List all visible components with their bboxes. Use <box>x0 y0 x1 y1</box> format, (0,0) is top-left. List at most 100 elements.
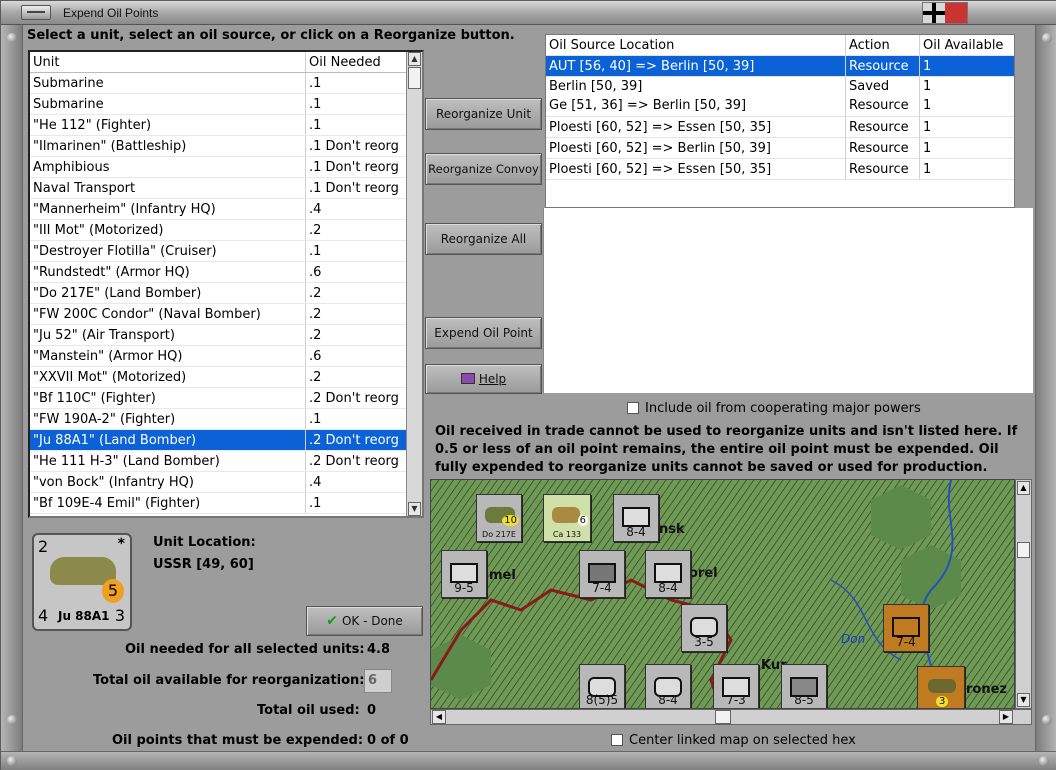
unit-oil-needed: .2 <box>309 223 322 238</box>
map-counter-ca133[interactable]: Ca 133 6 <box>543 494 591 542</box>
unit-list-row[interactable]: "He 112" (Fighter) .1 <box>30 115 422 136</box>
unit-list-row[interactable]: "III Mot" (Motorized) .2 <box>30 220 422 241</box>
unit-name: "Ju 88A1" (Land Bomber) <box>30 430 306 450</box>
reorganize-all-button[interactable]: Reorganize All <box>425 223 542 255</box>
map-counter-soviet-air[interactable]: 3 <box>917 666 965 708</box>
source-row[interactable]: Ploesti [60, 52] => Essen [50, 35] Resou… <box>546 159 1014 180</box>
counter-plane-icon <box>928 679 956 693</box>
map-counter[interactable]: 9-5 <box>441 550 487 598</box>
unit-list-row[interactable]: "He 111 H-3" (Land Bomber) .2 Don't reorg <box>30 451 422 472</box>
source-location: Ploesti [60, 52] => Essen [50, 35] <box>546 159 846 179</box>
map-vertical-scrollbar[interactable]: ▲ ▼ <box>1015 479 1032 709</box>
source-table-header: Oil Source Location Action Oil Available <box>546 35 1014 56</box>
unit-list-row[interactable]: "Manstein" (Armor HQ) .6 <box>30 346 422 367</box>
unit-card-name: Ju 88A1 <box>58 609 110 623</box>
unit-list[interactable]: Unit Oil Needed Submarine .1 Submarine .1 "H… <box>28 50 424 518</box>
header-oil-needed[interactable]: Oil Needed <box>306 52 404 72</box>
unit-oil-needed: .2 <box>309 286 322 301</box>
center-map-checkbox[interactable] <box>611 734 623 746</box>
scroll-up-arrow-icon[interactable]: ▲ <box>408 52 421 66</box>
source-row[interactable]: AUT [56, 40] => Berlin [50, 39] Resource… <box>546 56 1014 77</box>
left-frame <box>1 25 23 751</box>
header-action[interactable]: Action <box>846 35 920 55</box>
map-counter[interactable]: 8(5)5 <box>579 664 625 708</box>
unit-list-row[interactable]: "Bf 109E-4 Emil" (Fighter) .1 <box>30 493 422 514</box>
map-label-nsk: nsk <box>659 522 685 537</box>
unit-name: "XXVII Mot" (Motorized) <box>30 367 306 387</box>
map-counter-soviet[interactable]: 7-4 <box>883 604 929 652</box>
counter-value: 7-4 <box>592 581 612 595</box>
map-scroll-up-arrow-icon[interactable]: ▲ <box>1017 481 1030 495</box>
unit-oil-needed: .6 <box>309 265 322 280</box>
unit-list-row[interactable]: Submarine .1 <box>30 73 422 94</box>
oil-source-table[interactable]: Oil Source Location Action Oil Available… <box>545 34 1015 208</box>
source-row[interactable]: Ploesti [60, 52] => Essen [50, 35] Resou… <box>546 117 1014 138</box>
unit-list-row[interactable]: "XXVII Mot" (Motorized) .2 <box>30 367 422 388</box>
counter-value: 8-4 <box>626 525 646 539</box>
unit-list-row[interactable]: Amphibious .1 Don't reorg <box>30 157 422 178</box>
unit-list-row[interactable]: "Ju 52" (Air Transport) .2 <box>30 325 422 346</box>
unit-list-scrollbar[interactable]: ▲ ▼ <box>406 52 422 516</box>
map-counter[interactable]: 3-5 <box>681 604 727 652</box>
unit-list-row[interactable]: Submarine .1 <box>30 94 422 115</box>
unit-name: "Rundstedt" (Armor HQ) <box>30 262 306 282</box>
map-counter[interactable]: 8-4 <box>645 664 691 708</box>
center-map-option[interactable]: Center linked map on selected hex <box>611 733 856 748</box>
map-counter[interactable]: 8-5 <box>781 664 827 708</box>
scroll-down-arrow-icon[interactable]: ▼ <box>408 502 421 516</box>
map-vscroll-thumb[interactable] <box>1017 542 1030 558</box>
reorganize-unit-button[interactable]: Reorganize Unit <box>425 98 542 130</box>
unit-name: Naval Transport <box>30 178 306 198</box>
header-oil-available[interactable]: Oil Available <box>920 35 1014 55</box>
reorganize-convoy-button[interactable]: Reorganize Convoy <box>425 153 542 185</box>
unit-list-row[interactable]: "Rundstedt" (Armor HQ) .6 <box>30 262 422 283</box>
unit-list-row[interactable]: "von Bock" (Infantry HQ) .4 <box>30 472 422 493</box>
unit-list-row[interactable]: Naval Transport .1 Don't reorg <box>30 178 422 199</box>
unit-name: "FW 200C Condor" (Naval Bomber) <box>30 304 306 324</box>
unit-list-row[interactable]: "FW 200C Condor" (Naval Bomber) .2 <box>30 304 422 325</box>
unit-card-star: * <box>117 536 125 552</box>
map-counter-do217e[interactable]: Do 217E 10 <box>476 494 522 542</box>
linked-map[interactable]: mel orel nsk Don Kur ronez Do 217E 10 Ca… <box>430 479 1015 709</box>
map-counter[interactable]: 7-4 <box>579 550 625 598</box>
source-row[interactable]: Ploesti [60, 52] => Berlin [50, 39] Reso… <box>546 138 1014 159</box>
unit-name: Submarine <box>30 94 306 114</box>
unit-list-row[interactable]: "Bf 110C" (Fighter) .2 Don't reorg <box>30 388 422 409</box>
help-button[interactable]: Help <box>425 364 542 394</box>
infantry-symbol-icon <box>892 617 920 637</box>
window-title: Expend Oil Points <box>63 6 159 20</box>
source-row[interactable]: Berlin [50, 39] Ge [51, 36] => Berlin [50… <box>546 77 1014 117</box>
unit-oil-needed: .2 Don't reorg <box>309 391 399 406</box>
unit-list-row[interactable]: "Ju 88A1" (Land Bomber) .2 Don't reorg <box>30 430 422 451</box>
map-hscroll-thumb[interactable] <box>715 710 731 724</box>
source-location-line1: Berlin [50, 39] <box>549 79 643 94</box>
unit-list-row[interactable]: "Ilmarinen" (Battleship) .1 Don't reorg <box>30 136 422 157</box>
unit-list-row[interactable]: "Destroyer Flotilla" (Cruiser) .1 <box>30 241 422 262</box>
ok-done-button[interactable]: ✔ OK - Done <box>306 606 423 636</box>
map-horizontal-scrollbar[interactable]: ◀ ▶ <box>430 709 1032 725</box>
include-cooperating-label: Include oil from cooperating major power… <box>645 401 921 416</box>
counter-value: 3 <box>936 696 949 707</box>
header-oil-source-location[interactable]: Oil Source Location <box>546 35 846 55</box>
map-scroll-down-arrow-icon[interactable]: ▼ <box>1017 693 1030 707</box>
header-unit[interactable]: Unit <box>30 52 306 72</box>
window-menu-button[interactable] <box>21 5 51 20</box>
title-bar[interactable]: Expend Oil Points <box>1 1 1056 25</box>
unit-name: Amphibious <box>30 157 306 177</box>
unit-name: Submarine <box>30 73 306 93</box>
map-scroll-right-arrow-icon[interactable]: ▶ <box>999 710 1013 724</box>
scroll-thumb[interactable] <box>408 67 421 89</box>
map-scroll-left-arrow-icon[interactable]: ◀ <box>432 710 446 724</box>
counter-value: 7-3 <box>726 693 746 707</box>
unit-list-row[interactable]: "Do 217E" (Land Bomber) .2 <box>30 283 422 304</box>
map-counter[interactable]: 8-4 <box>613 494 659 542</box>
include-cooperating-option[interactable]: Include oil from cooperating major power… <box>627 401 921 416</box>
source-location: Berlin [50, 39] Ge [51, 36] => Berlin [50… <box>546 77 846 116</box>
expend-oil-point-button[interactable]: Expend Oil Point <box>425 317 542 349</box>
unit-list-row[interactable]: "Mannerheim" (Infantry HQ) .4 <box>30 199 422 220</box>
map-counter[interactable]: 7-3 <box>713 664 759 708</box>
unit-card-oil-drop: 5 <box>102 579 124 603</box>
map-counter[interactable]: 8-4 <box>645 550 691 598</box>
unit-list-row[interactable]: "FW 190A-2" (Fighter) .1 <box>30 409 422 430</box>
include-cooperating-checkbox[interactable] <box>627 402 639 414</box>
